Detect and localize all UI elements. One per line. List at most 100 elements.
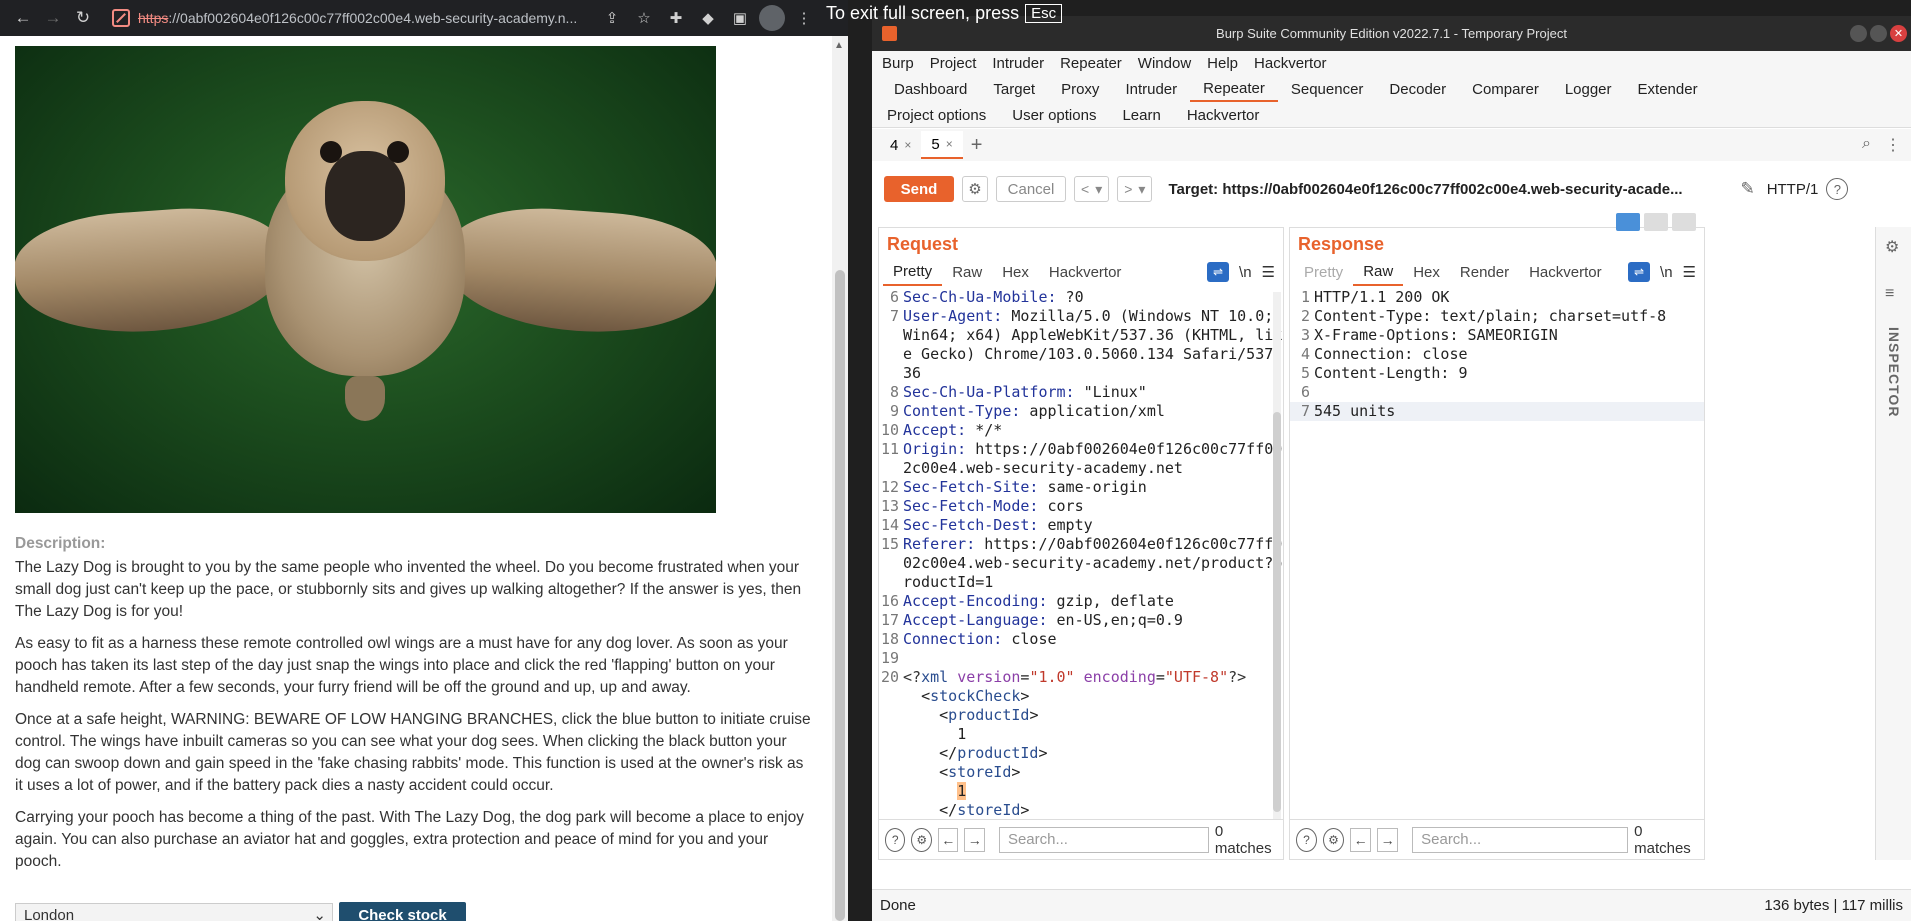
share-icon[interactable]: ⇪ (599, 5, 625, 31)
inspector-panel[interactable]: ⚙ ≡ INSPECTOR (1875, 227, 1911, 860)
inspector-label[interactable]: INSPECTOR (1886, 327, 1902, 417)
pane-menu-icon[interactable]: ☰ (1683, 263, 1696, 281)
previous-match-icon[interactable]: ← (937, 827, 959, 852)
profile-avatar[interactable] (759, 5, 785, 31)
repeater-tab[interactable]: 4 × (880, 131, 921, 159)
request-tab-hackvertor[interactable]: Hackvertor (1039, 258, 1132, 286)
response-editor[interactable]: 1 HTTP/1.1 200 OK 2 Content-Type: text/pla… (1290, 288, 1704, 820)
bookmark-star-icon[interactable]: ☆ (631, 5, 657, 31)
request-editor[interactable]: 6 Sec-Ch-Ua-Mobile: ?0 7 User-Agent: Mozil… (879, 288, 1283, 820)
tab-decoder[interactable]: Decoder (1376, 76, 1459, 102)
menu-burp[interactable]: Burp (882, 55, 914, 72)
code-line: 14 Sec-Fetch-Dest: empty (880, 516, 1093, 534)
settings-gear-icon[interactable]: ⚙ (1885, 237, 1899, 257)
wrap-lines-icon[interactable]: ⇌ (1628, 262, 1651, 282)
send-button[interactable]: Send (884, 176, 954, 202)
http-version-label[interactable]: HTTP/1 (1767, 181, 1819, 198)
tab-proxy[interactable]: Proxy (1048, 76, 1112, 102)
menu-window[interactable]: Window (1138, 55, 1191, 72)
forward-icon[interactable]: → (38, 3, 68, 33)
repeater-tab[interactable]: 5 × (921, 131, 963, 159)
previous-match-icon[interactable]: ← (1350, 827, 1372, 852)
not-secure-icon[interactable] (112, 9, 130, 27)
tab-repeater[interactable]: Repeater (1190, 76, 1278, 102)
scrollbar-thumb[interactable] (835, 270, 845, 921)
help-icon[interactable]: ? (885, 827, 906, 852)
search-icon[interactable]: ⌕ (1862, 135, 1871, 155)
extensions-icon[interactable]: ✚ (663, 5, 689, 31)
settings-gear-icon[interactable]: ⚙ (911, 827, 932, 852)
pane-menu-icon[interactable]: ☰ (1262, 263, 1275, 281)
tab-project-options[interactable]: Project options (872, 102, 999, 128)
close-icon[interactable]: ✕ (1890, 25, 1907, 42)
menu-hackvertor[interactable]: Hackvertor (1254, 55, 1327, 72)
menu-project[interactable]: Project (930, 55, 977, 72)
maximize-icon[interactable] (1870, 25, 1887, 42)
request-tab-raw[interactable]: Raw (942, 258, 992, 286)
url-scheme: https (138, 10, 169, 26)
close-tab-icon[interactable]: × (946, 137, 953, 151)
tab-sequencer[interactable]: Sequencer (1278, 76, 1377, 102)
side-panel-icon[interactable]: ▣ (727, 5, 753, 31)
menu-intruder[interactable]: Intruder (992, 55, 1044, 72)
tab-dashboard[interactable]: Dashboard (872, 76, 980, 102)
request-search-input[interactable]: Search... (998, 826, 1209, 853)
settings-gear-icon[interactable]: ⚙ (1323, 827, 1345, 852)
browser-menu-icon[interactable]: ⋮ (791, 5, 817, 31)
code-line: 4 Connection: close (1300, 345, 1468, 363)
tab-intruder[interactable]: Intruder (1112, 76, 1190, 102)
add-tab-icon[interactable]: + (963, 134, 991, 157)
product-description: Description: The Lazy Dog is brought to … (15, 533, 815, 883)
response-tab-hackvertor[interactable]: Hackvertor (1519, 258, 1612, 286)
tab-target[interactable]: Target (980, 76, 1048, 102)
minimize-icon[interactable] (1850, 25, 1867, 42)
response-tab-hex[interactable]: Hex (1403, 258, 1450, 286)
tab-user-options[interactable]: User options (999, 102, 1109, 128)
history-forward-button[interactable]: > ▾ (1117, 176, 1153, 202)
request-scrollbar[interactable] (1273, 292, 1281, 820)
edit-target-icon[interactable]: ✎ (1740, 179, 1754, 199)
request-tab-pretty[interactable]: Pretty (883, 258, 943, 286)
newline-toggle[interactable]: \n (1660, 264, 1673, 281)
split-horizontal-icon[interactable] (1616, 213, 1640, 231)
response-tab-raw[interactable]: Raw (1353, 258, 1404, 286)
description-paragraph: Carrying your pooch has become a thing o… (15, 809, 804, 870)
history-back-button[interactable]: < ▾ (1074, 176, 1110, 202)
address-bar[interactable]: https://0abf002604e0f126c00c77ff002c00e4… (138, 10, 593, 26)
response-search-input[interactable]: Search... (1412, 826, 1629, 853)
settings-gear-icon[interactable]: ⚙ (962, 176, 988, 202)
response-tab-pretty[interactable]: Pretty (1294, 258, 1353, 286)
reload-icon[interactable]: ↻ (68, 3, 98, 33)
code-line: 10 Accept: */* (880, 421, 1003, 439)
store-select[interactable]: London ⌄ (15, 903, 333, 921)
status-bar: Done 136 bytes | 117 millis (872, 889, 1911, 921)
next-match-icon[interactable]: → (1377, 827, 1399, 852)
scroll-up-icon[interactable]: ▲ (834, 40, 844, 51)
tab-learn[interactable]: Learn (1109, 102, 1173, 128)
layout-toggle[interactable] (1616, 213, 1696, 231)
list-icon[interactable]: ≡ (1885, 285, 1894, 303)
esc-key-label: Esc (1025, 3, 1063, 23)
request-tab-hex[interactable]: Hex (992, 258, 1039, 286)
tab-comparer[interactable]: Comparer (1459, 76, 1552, 102)
extension-icon[interactable]: ◆ (695, 5, 721, 31)
more-options-icon[interactable]: ⋮ (1885, 135, 1901, 155)
tab-extender[interactable]: Extender (1625, 76, 1711, 102)
tab-logger[interactable]: Logger (1552, 76, 1625, 102)
single-pane-icon[interactable] (1672, 213, 1696, 231)
wrap-lines-icon[interactable]: ⇌ (1207, 262, 1230, 282)
newline-toggle[interactable]: \n (1239, 264, 1252, 281)
back-icon[interactable]: ← (8, 3, 38, 33)
response-tab-render[interactable]: Render (1450, 258, 1519, 286)
help-icon[interactable]: ? (1296, 827, 1318, 852)
check-stock-button[interactable]: Check stock (339, 902, 466, 921)
cancel-button[interactable]: Cancel (996, 176, 1066, 202)
next-match-icon[interactable]: → (964, 827, 985, 852)
code-line: 20 <?xml version="1.0" encoding="UTF-8"?> (880, 668, 1247, 686)
menu-help[interactable]: Help (1207, 55, 1238, 72)
split-vertical-icon[interactable] (1644, 213, 1668, 231)
help-icon[interactable]: ? (1826, 178, 1849, 200)
close-tab-icon[interactable]: × (904, 138, 911, 152)
tab-hackvertor[interactable]: Hackvertor (1174, 102, 1273, 128)
menu-repeater[interactable]: Repeater (1060, 55, 1122, 72)
